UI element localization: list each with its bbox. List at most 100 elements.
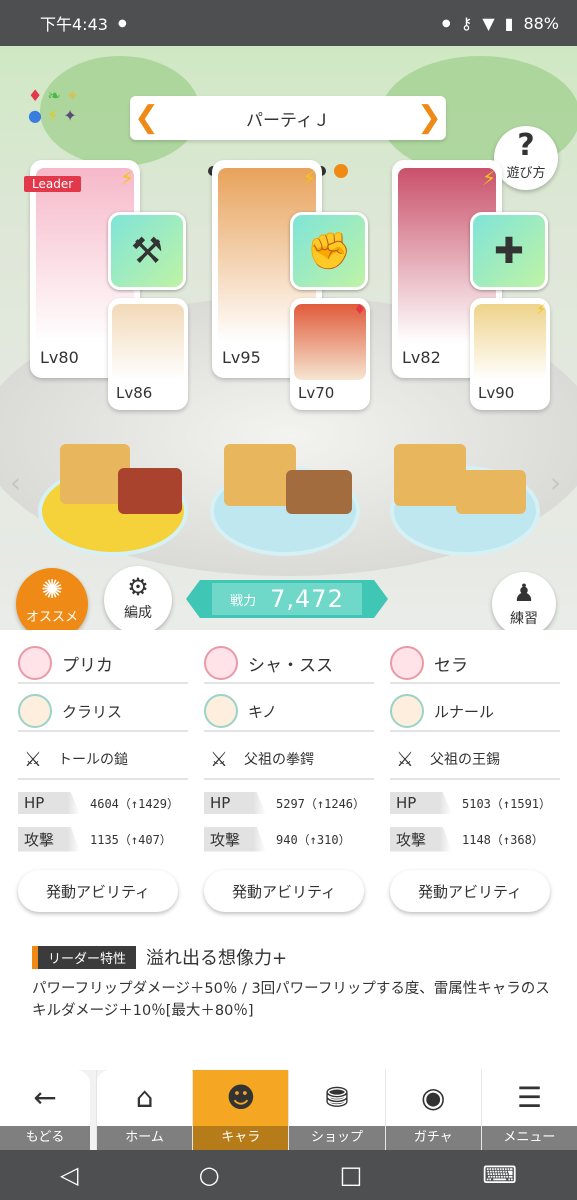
- status-bar: 下午4:43 ● ● ⚷ ▼ ▮ 88%: [0, 0, 577, 46]
- nav-home-label: ホーム: [97, 1126, 193, 1150]
- weapon-slot-1[interactable]: ⚒: [108, 212, 186, 290]
- gacha-orb-icon: ◉: [420, 1081, 446, 1114]
- wind-element-icon: ❧: [47, 86, 61, 105]
- nav-shop-label: ショップ: [289, 1126, 385, 1150]
- leader-skill-title: 溢れ出る想像力+: [146, 948, 288, 969]
- help-button[interactable]: ? 遊び方: [494, 126, 558, 190]
- sub-character-level: Lv90: [478, 384, 515, 402]
- element-icons[interactable]: ♦ ❧ ✦ ● ⚡ ✦: [28, 86, 108, 126]
- sub-character-level: Lv86: [116, 384, 153, 402]
- main-character-row[interactable]: セラ: [390, 644, 560, 684]
- nav-gacha-label: ガチャ: [385, 1126, 481, 1150]
- weapon-row[interactable]: ⚔ 父祖の拳鍔: [204, 740, 374, 780]
- nav-chara-label: キャラ: [193, 1126, 289, 1150]
- next-party-arrow-icon[interactable]: ❯: [417, 100, 442, 136]
- sub-character-card-2[interactable]: ♦ Lv70: [290, 298, 370, 410]
- sub-character-avatar-icon: [390, 694, 424, 728]
- weapon-row[interactable]: ⚔ トールの鎚: [18, 740, 188, 780]
- ability-button-3[interactable]: 発動アビリティ: [390, 870, 550, 912]
- leader-skill-description: パワーフリップダメージ＋50％ / 3回パワーフリップする度、雷属性キャラのスキ…: [32, 981, 550, 1019]
- thunder-icon: ⚡: [536, 302, 546, 318]
- hp-value: 5103（↑1591）: [462, 796, 552, 811]
- back-button[interactable]: ← もどる: [0, 1070, 90, 1150]
- party-details-panel: プリカ クラリス ⚔ トールの鎚 HP 4604（↑1429） 攻撃 1135（…: [0, 630, 577, 1070]
- edit-label: 編成: [124, 605, 152, 621]
- main-character-row[interactable]: プリカ: [18, 644, 188, 684]
- thunder-icon: ⚡: [119, 166, 134, 190]
- page-dot-active[interactable]: [334, 164, 348, 178]
- scepter-icon: ✚: [493, 230, 525, 272]
- party-selector: ❮ パーティＪ ❯: [130, 96, 446, 140]
- character-level: Lv82: [402, 348, 441, 367]
- attack-label: 攻撃: [18, 826, 80, 852]
- ability-button-2[interactable]: 発動アビリティ: [204, 870, 364, 912]
- weapon-row[interactable]: ⚔ 父祖の王錫: [390, 740, 560, 780]
- sub-character-portrait: [112, 304, 184, 380]
- nav-chara[interactable]: ☻ キャラ: [192, 1070, 289, 1150]
- gauntlet-icon: ✊: [306, 231, 352, 272]
- battery-icon: ▮: [504, 13, 514, 33]
- training-button[interactable]: ♟ 練習: [492, 572, 556, 636]
- game-controller-icon[interactable]: ⌨: [482, 1161, 517, 1189]
- party-power: 戦力 7,472: [186, 580, 388, 618]
- hp-label: HP: [390, 792, 452, 814]
- weapon-name: トールの鎚: [58, 752, 128, 768]
- sub-character-row[interactable]: キノ: [204, 692, 374, 732]
- system-home-icon[interactable]: ○: [199, 1161, 220, 1189]
- character-avatar-icon: [204, 646, 238, 680]
- sub-character-card-1[interactable]: Lv86: [108, 298, 188, 410]
- scroll-right-arrow-icon[interactable]: ›: [550, 466, 561, 499]
- sub-character-avatar-icon: [18, 694, 52, 728]
- help-label: 遊び方: [506, 166, 546, 181]
- nav-gacha[interactable]: ◉ ガチャ: [384, 1070, 481, 1150]
- sub-character-name: ルナール: [434, 702, 495, 721]
- main-character-name: シャ・スス: [248, 655, 333, 676]
- recommend-label: オススメ: [25, 610, 78, 625]
- thunder-element-icon: ⚡: [47, 106, 59, 125]
- attack-stat: 攻撃 1148（↑368）: [390, 826, 560, 852]
- member-column-2: シャ・スス キノ ⚔ 父祖の拳鍔 HP 5297（↑1246） 攻撃 940（↑…: [204, 644, 374, 852]
- status-time: 下午4:43: [40, 15, 108, 34]
- hammer-icon: ⚒: [130, 230, 164, 272]
- block: [118, 468, 182, 514]
- party-controls: ✺ オススメ ⚙ 編成 戦力 7,472 ♟ 練習: [0, 560, 577, 640]
- weapon-name: 父祖の王錫: [430, 752, 500, 768]
- main-character-name: セラ: [434, 655, 468, 676]
- prev-party-arrow-icon[interactable]: ❮: [134, 100, 159, 136]
- sub-character-level: Lv70: [298, 384, 335, 402]
- sub-character-row[interactable]: ルナール: [390, 692, 560, 732]
- attack-value: 1148（↑368）: [462, 832, 544, 847]
- ability-button-1[interactable]: 発動アビリティ: [18, 870, 178, 912]
- key-icon: ⚷: [460, 13, 473, 33]
- leader-skill: リーダー特性 溢れ出る想像力+ パワーフリップダメージ＋50％ / 3回パワーフ…: [32, 944, 552, 1022]
- nav-shop[interactable]: ⛃ ショップ: [288, 1070, 385, 1150]
- character-level: Lv95: [222, 348, 261, 367]
- attack-label: 攻撃: [204, 826, 266, 852]
- edit-party-button[interactable]: ⚙ 編成: [104, 566, 172, 634]
- sub-character-card-3[interactable]: ⚡ Lv90: [470, 298, 550, 410]
- party-scene: ♦ ❧ ✦ ● ⚡ ✦ ❮ パーティＪ ❯ ? 遊び方 Leader ⚡ Lv8…: [0, 46, 577, 606]
- hp-value: 5297（↑1246）: [276, 796, 366, 811]
- menu-list-icon: ☰: [516, 1081, 542, 1114]
- member-column-1: プリカ クラリス ⚔ トールの鎚 HP 4604（↑1429） 攻撃 1135（…: [18, 644, 188, 852]
- hp-value: 4604（↑1429）: [90, 796, 180, 811]
- hp-stat: HP 4604（↑1429）: [18, 790, 188, 816]
- weapon-slot-2[interactable]: ✊: [290, 212, 368, 290]
- leader-badge: Leader: [24, 176, 82, 192]
- notification-dot-icon: ●: [441, 17, 451, 29]
- nav-home[interactable]: ⌂ ホーム: [96, 1070, 193, 1150]
- hp-label: HP: [204, 792, 266, 814]
- system-recents-icon[interactable]: □: [340, 1161, 363, 1189]
- system-navigation-bar: ◁ ○ □ ⌨: [0, 1150, 577, 1200]
- training-label: 練習: [510, 611, 538, 627]
- weapon-slot-3[interactable]: ✚: [470, 212, 548, 290]
- hp-stat: HP 5103（↑1591）: [390, 790, 560, 816]
- thunder-icon: ⚡: [481, 166, 496, 190]
- scroll-left-arrow-icon[interactable]: ‹: [10, 466, 21, 499]
- leader-skill-tag: リーダー特性: [32, 945, 137, 969]
- system-back-icon[interactable]: ◁: [60, 1161, 78, 1189]
- main-character-row[interactable]: シャ・スス: [204, 644, 374, 684]
- character-icon: ☻: [226, 1081, 256, 1114]
- sub-character-row[interactable]: クラリス: [18, 692, 188, 732]
- nav-menu[interactable]: ☰ メニュー: [480, 1070, 577, 1150]
